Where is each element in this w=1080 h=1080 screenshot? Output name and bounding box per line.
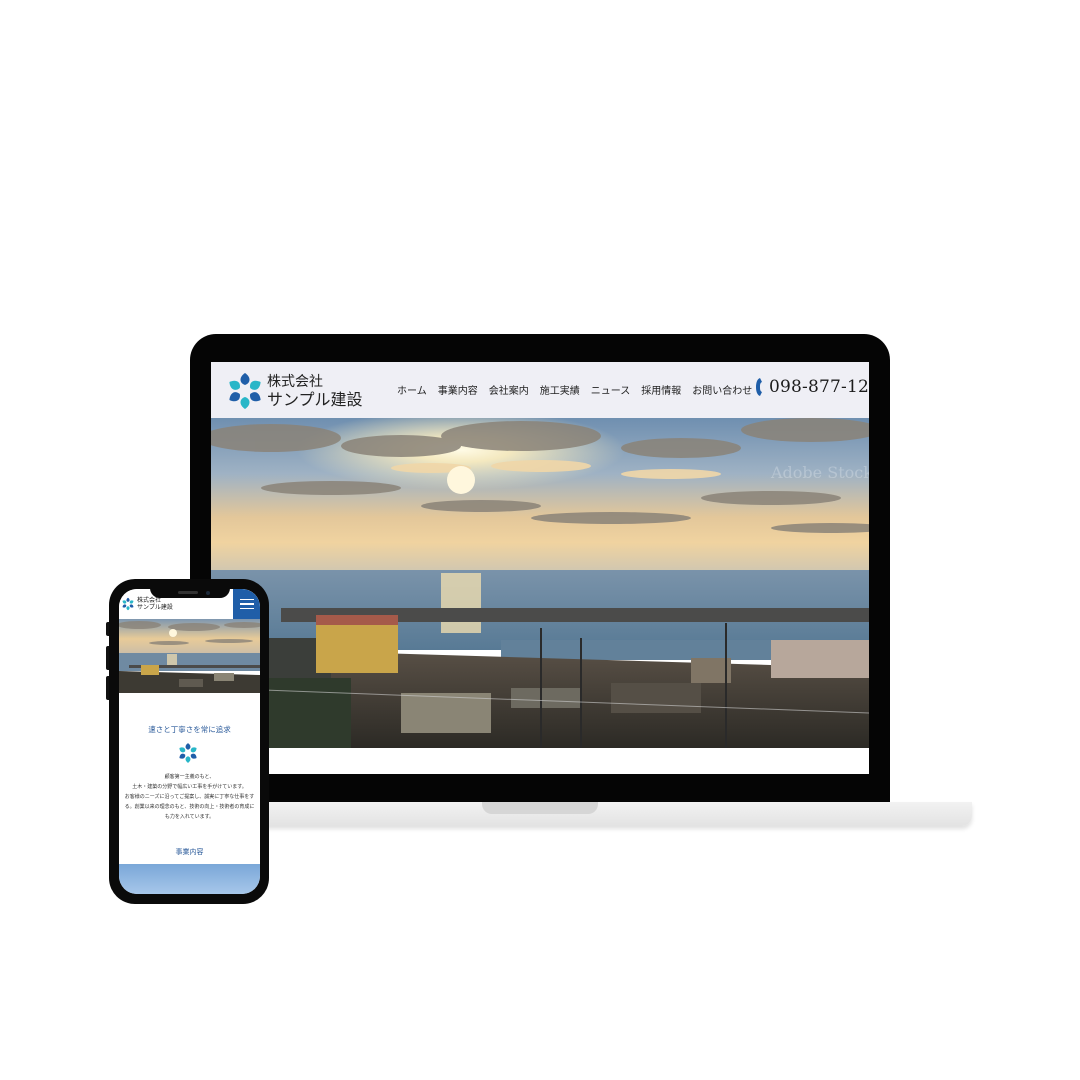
company-name[interactable]: 株式会社 サンプル建設: [267, 373, 363, 409]
mobile-description: 顧客第一主義のもと、 土木・建築の分野で幅広い工事を手がけています。 お客様のニ…: [123, 772, 256, 822]
nav-item-company[interactable]: 会社案内: [489, 382, 529, 397]
logo-icon[interactable]: [225, 371, 265, 411]
hero-image: Adobe Stock: [211, 418, 869, 748]
laptop-notch: [482, 802, 598, 814]
nav-item-home[interactable]: ホーム: [397, 382, 427, 397]
mobile-description-line: る。創業以来の理念のもと、技術の向上・技術者の育成に: [124, 804, 255, 810]
nav-item-news[interactable]: ニュース: [591, 382, 631, 397]
menu-icon-bar: [239, 603, 254, 605]
laptop-screen: 株式会社 サンプル建設 ホーム 事業内容 会社案内 施工実績 ニュース 採用情報…: [211, 362, 869, 774]
nav-item-services[interactable]: 事業内容: [438, 382, 478, 397]
phone-screen: 株式会社 サンプル建設 速さと丁寧さを常に追求 顧客第一主義のもと、 土木・建築…: [119, 589, 260, 894]
phone-number: 098-877-1234: [769, 377, 869, 397]
nav-item-contact[interactable]: お問い合わせ: [692, 382, 752, 397]
mobile-description-line: 顧客第一主義のもと、: [164, 774, 215, 780]
phone-contact[interactable]: 098-877-1234: [755, 377, 869, 397]
hero-watermark: Adobe Stock: [770, 463, 869, 482]
mobile-logo-icon[interactable]: [121, 597, 135, 611]
mobile-description-line: 土木・建築の分野で幅広い工事を手がけています。: [132, 784, 247, 790]
phone-speaker: [178, 591, 198, 594]
mobile-section-image: [119, 864, 260, 894]
phone-icon: [756, 378, 762, 396]
menu-icon-bar: [239, 607, 254, 610]
main-nav: ホーム 事業内容 会社案内 施工実績 ニュース 採用情報 お問い合わせ: [397, 382, 752, 397]
mobile-brand-icon: [179, 743, 197, 763]
nav-item-works[interactable]: 施工実績: [540, 382, 580, 397]
site-header: 株式会社 サンプル建設 ホーム 事業内容 会社案内 施工実績 ニュース 採用情報…: [211, 362, 869, 418]
mobile-company-line1: 株式会社: [137, 597, 162, 604]
mobile-tagline: 速さと丁寧さを常に追求: [148, 725, 231, 734]
menu-icon-bar: [239, 598, 254, 601]
company-name-line2: サンプル建設: [267, 390, 363, 409]
company-name-line1: 株式会社: [267, 374, 323, 390]
mobile-description-line: お客様のニーズに沿ってご提案し、誠実に丁寧な仕事をす: [124, 794, 255, 800]
mobile-hero-photo: [119, 619, 260, 693]
hero-photo-harbor-sunset: Adobe Stock: [211, 418, 869, 748]
nav-item-recruit[interactable]: 採用情報: [641, 382, 681, 397]
hamburger-menu-button[interactable]: [233, 589, 260, 619]
mobile-company-line2: サンプル建設: [137, 604, 173, 611]
mobile-hero-image: [119, 619, 260, 693]
phone-camera: [206, 591, 210, 595]
mobile-company-name[interactable]: 株式会社 サンプル建設: [137, 597, 173, 611]
mobile-description-line: も力を入れています。: [164, 814, 215, 820]
mobile-section-title-services[interactable]: 事業内容: [119, 847, 260, 857]
